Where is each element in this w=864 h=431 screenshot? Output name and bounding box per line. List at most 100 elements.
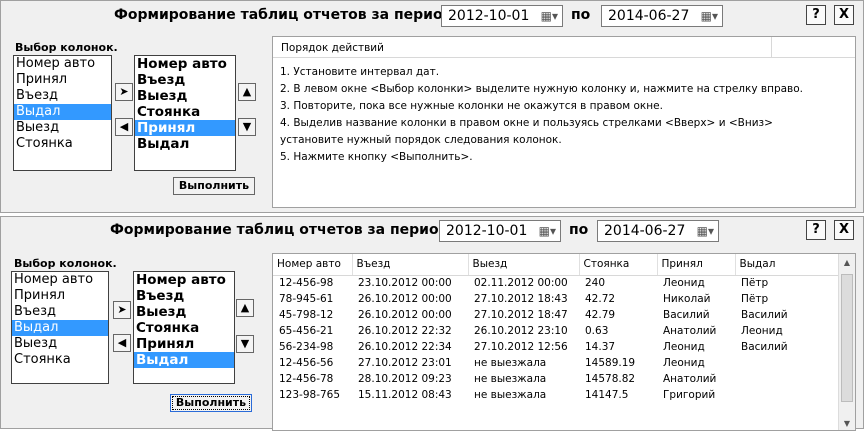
scroll-up-icon[interactable]: ▲ [839,254,855,271]
list-item[interactable]: Выезд [135,88,235,104]
table-cell: 27.10.2012 18:47 [474,309,568,321]
table-cell: 26.10.2012 22:34 [358,341,452,353]
table-row[interactable]: 65-456-21 26.10.2012 22:32 26.10.2012 23:1… [273,323,840,339]
columns-label: Выбор колонок. [15,41,118,54]
list-item[interactable]: Выезд [12,336,108,352]
list-item[interactable]: Выезд [14,120,111,136]
table-row[interactable]: 123-98-765 15.11.2012 08:43 не выезжала 14… [273,387,840,403]
arrow-down-icon[interactable]: ▼ [236,335,254,353]
list-item[interactable]: Въезд [14,88,111,104]
scroll-thumb[interactable] [841,274,853,402]
table-cell: 27.10.2012 23:01 [358,357,452,369]
list-item[interactable]: Принял [134,336,234,352]
list-item[interactable]: Стоянка [134,320,234,336]
list-item[interactable]: Принял [14,72,111,88]
table-cell: 240 [585,277,606,290]
column-header[interactable]: Въезд [352,254,469,276]
date-to-value: 2014-06-27 [608,8,690,24]
selected-columns-list[interactable]: Номер авто Въезд Выезд Стоянка Принял Выдал [133,271,235,384]
calendar-icon[interactable]: ▦▾ [701,9,718,23]
table-row[interactable]: 56-234-98 26.10.2012 22:34 27.10.2012 12:5… [273,339,840,355]
table-cell: Пётр [741,277,769,290]
vertical-scrollbar[interactable]: ▲ ▼ [838,254,855,430]
column-header[interactable]: Стоянка [579,254,658,276]
calendar-icon[interactable]: ▦▾ [697,224,714,238]
table-row[interactable]: 12-456-56 27.10.2012 23:01 не выезжала 145… [273,355,840,371]
help-button[interactable]: ? [806,220,826,240]
table-cell [352,403,468,419]
table-cell: 56-234-98 [279,341,334,353]
run-button[interactable]: Выполнить [173,177,255,195]
arrow-left-icon[interactable]: ◀ [113,334,131,352]
date-from-picker[interactable]: 2012-10-01 ▦▾ [439,220,561,242]
table-cell: 42.72 [585,293,616,305]
table-cell: 28.10.2012 09:23 [358,373,452,385]
run-button[interactable]: Выполнить [170,394,252,412]
table-cell [273,403,352,419]
arrow-up-icon[interactable]: ▲ [236,299,254,317]
date-from-picker[interactable]: 2012-10-01 ▦▾ [441,5,563,27]
list-item[interactable]: Номер авто [12,272,108,288]
report-table[interactable]: Номер авто Въезд Выезд Стоянка Принял Выдал 1… [272,253,856,431]
table-cell: Пётр [741,293,769,305]
table-row[interactable]: 78-945-61 26.10.2012 00:00 27.10.2012 18:4… [273,291,840,307]
column-header[interactable]: Выезд [468,254,580,276]
table-row[interactable] [273,403,840,419]
list-item[interactable]: Выдал [14,104,111,120]
list-item[interactable]: Номер авто [14,56,111,72]
table-cell: 12-456-98 [279,277,334,290]
list-item[interactable]: Стоянка [14,136,111,152]
table-cell: Анатолий [663,373,717,385]
table-cell: 14589.19 [585,357,636,369]
instruction-step: 3. Повторите, пока все нужные колонки не… [280,100,663,112]
calendar-icon[interactable]: ▦▾ [539,224,556,238]
table-cell: 14147.5 [585,389,629,401]
selected-columns-list[interactable]: Номер авто Въезд Выезд Стоянка Принял Выдал [134,55,236,171]
list-item[interactable]: Выезд [134,304,234,320]
list-item[interactable]: Выдал [135,136,235,152]
arrow-right-icon[interactable]: ➤ [115,83,133,101]
list-item[interactable]: Въезд [12,304,108,320]
date-from-value: 2012-10-01 [446,223,528,239]
date-to-picker[interactable]: 2014-06-27 ▦▾ [597,220,719,242]
close-button[interactable]: X [834,220,854,240]
arrow-right-icon[interactable]: ➤ [113,301,131,319]
table-cell [735,355,840,371]
list-item[interactable]: Принял [12,288,108,304]
calendar-icon[interactable]: ▦▾ [541,9,558,23]
table-row[interactable]: 12-456-78 28.10.2012 09:23 не выезжала 145… [273,371,840,387]
date-to-picker[interactable]: 2014-06-27 ▦▾ [601,5,723,27]
table-cell: 65-456-21 [279,325,334,337]
table-cell [579,403,657,419]
list-item[interactable]: Выдал [12,320,108,336]
table-row[interactable]: 12-456-98 23.10.2012 00:00 02.11.2012 00:0… [273,275,840,291]
column-header[interactable]: Выдал [735,254,841,276]
table-cell: 0.63 [585,325,609,337]
table-cell: 27.10.2012 12:56 [474,341,568,353]
table-cell: Леонид [663,357,705,369]
list-item[interactable]: Въезд [135,72,235,88]
available-columns-list[interactable]: Номер авто Принял Въезд Выдал Выезд Стоянка [13,55,112,171]
arrow-down-icon[interactable]: ▼ [238,118,256,136]
list-item[interactable]: Принял [135,120,235,136]
close-button[interactable]: X [834,5,854,25]
report-window: Формирование таблиц отчетов за период с … [0,216,864,431]
column-header[interactable]: Номер авто [273,254,353,276]
column-header[interactable]: Принял [657,254,736,276]
table-cell [468,403,579,419]
help-button[interactable]: ? [806,5,826,25]
list-item[interactable]: Стоянка [135,104,235,120]
table-row[interactable]: 45-798-12 26.10.2012 00:00 27.10.2012 18:4… [273,307,840,323]
list-item[interactable]: Номер авто [135,56,235,72]
list-item[interactable]: Выдал [134,352,234,368]
scroll-down-icon[interactable]: ▼ [839,415,855,430]
arrow-up-icon[interactable]: ▲ [238,83,256,101]
arrow-left-icon[interactable]: ◀ [115,118,133,136]
list-item[interactable]: Въезд [134,288,234,304]
table-cell: 23.10.2012 00:00 [358,277,452,290]
available-columns-list[interactable]: Номер авто Принял Въезд Выдал Выезд Стоянка [11,271,109,384]
list-item[interactable]: Стоянка [12,352,108,368]
table-cell: 02.11.2012 00:00 [474,277,568,290]
table-cell [657,403,735,419]
list-item[interactable]: Номер авто [134,272,234,288]
